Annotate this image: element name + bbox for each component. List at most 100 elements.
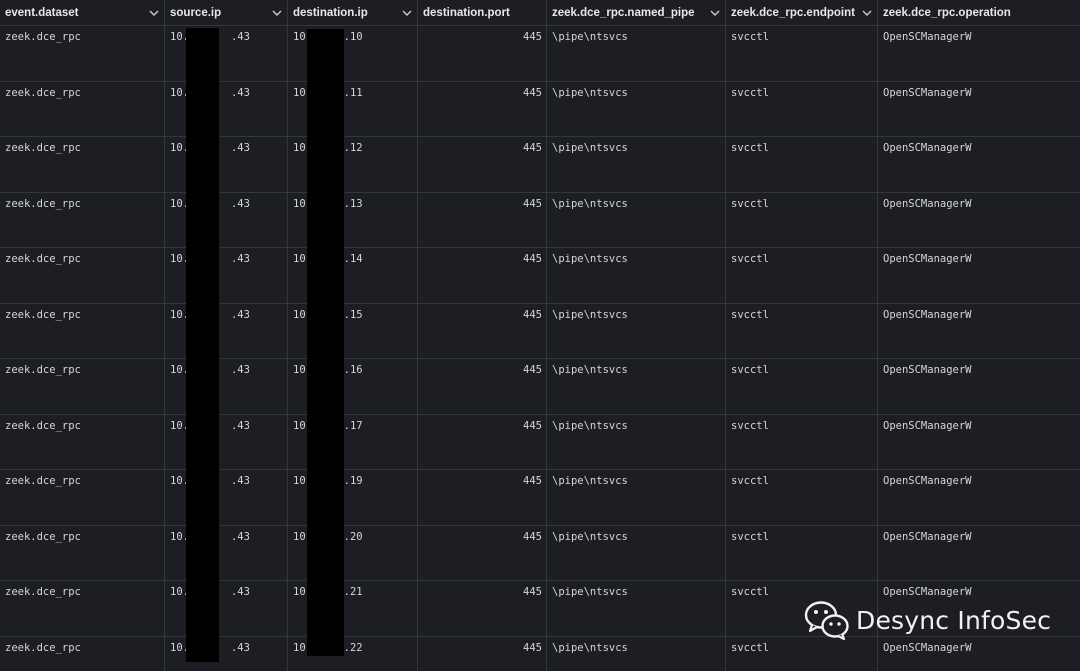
- table-row[interactable]: zeek.dce_rpc 10. .43 10 .12 445 \pipe\ntsvcs sv…: [0, 137, 1080, 193]
- column-header-destination-ip[interactable]: destination.ip: [288, 0, 418, 25]
- cell-destination-port[interactable]: 445: [418, 81, 547, 136]
- cell-event-dataset[interactable]: zeek.dce_rpc: [0, 525, 165, 580]
- cell-operation[interactable]: OpenSCManagerW: [878, 526, 1080, 581]
- cell-value: svcctl: [731, 530, 769, 543]
- cell-source-ip[interactable]: 10. .43: [165, 248, 288, 303]
- cell-operation[interactable]: OpenSCManagerW: [878, 137, 1080, 192]
- cell-destination-port[interactable]: 445: [418, 26, 547, 81]
- cell-operation[interactable]: OpenSCManagerW: [878, 82, 1080, 137]
- cell-endpoint[interactable]: svcctl: [726, 303, 878, 358]
- table-row[interactable]: zeek.dce_rpc 10. .43 10 .17 445 \pipe\ntsvcs sv…: [0, 414, 1080, 470]
- table-row[interactable]: zeek.dce_rpc 10. .43 10 .19 445 \pipe\ntsvcs sv…: [0, 470, 1080, 526]
- cell-operation[interactable]: OpenSCManagerW: [878, 26, 1080, 81]
- cell-named-pipe[interactable]: \pipe\ntsvcs: [547, 525, 726, 580]
- cell-value: zeek.dce_rpc: [5, 586, 81, 598]
- cell-endpoint[interactable]: svcctl: [726, 525, 878, 580]
- cell-named-pipe[interactable]: \pipe\ntsvcs: [547, 81, 726, 136]
- cell-destination-port[interactable]: 445: [418, 414, 547, 469]
- cell-event-dataset[interactable]: zeek.dce_rpc: [0, 192, 165, 247]
- chevron-down-icon[interactable]: [709, 8, 721, 18]
- cell-destination-port[interactable]: 445: [418, 581, 547, 636]
- cell-value: svcctl: [731, 419, 769, 432]
- cell-source-ip[interactable]: 10. .43: [165, 192, 288, 247]
- cell-source-ip[interactable]: 10. .43: [165, 137, 288, 192]
- cell-source-ip[interactable]: 10. .43: [165, 525, 288, 580]
- cell-source-ip[interactable]: 10. .43: [165, 636, 288, 671]
- cell-source-ip[interactable]: 10. .43: [165, 470, 288, 525]
- cell-source-ip[interactable]: 10. .43: [165, 303, 288, 358]
- cell-event-dataset[interactable]: zeek.dce_rpc: [0, 470, 165, 525]
- table-row[interactable]: zeek.dce_rpc 10. .43 10 .20 445 \pipe\ntsvcs sv…: [0, 525, 1080, 581]
- cell-destination-port[interactable]: 445: [418, 470, 547, 525]
- column-header-source-ip[interactable]: source.ip: [165, 0, 288, 25]
- chevron-down-icon[interactable]: [148, 8, 160, 18]
- cell-operation[interactable]: OpenSCManagerW: [878, 248, 1080, 303]
- cell-operation[interactable]: OpenSCManagerW: [878, 470, 1080, 525]
- cell-destination-port[interactable]: 445: [418, 303, 547, 358]
- chevron-down-icon[interactable]: [861, 8, 873, 18]
- chevron-down-icon[interactable]: [271, 8, 283, 18]
- cell-source-ip[interactable]: 10. .43: [165, 414, 288, 469]
- cell-operation[interactable]: OpenSCManagerW: [878, 359, 1080, 414]
- column-header-operation[interactable]: zeek.dce_rpc.operation: [878, 0, 1080, 25]
- cell-named-pipe[interactable]: \pipe\ntsvcs: [547, 248, 726, 303]
- cell-value: svcctl: [731, 475, 769, 487]
- cell-value: zeek.dce_rpc: [5, 364, 81, 376]
- cell-source-ip[interactable]: 10. .43: [165, 81, 288, 136]
- column-header-endpoint[interactable]: zeek.dce_rpc.endpoint: [726, 0, 878, 25]
- cell-named-pipe[interactable]: \pipe\ntsvcs: [547, 26, 726, 81]
- cell-value: \pipe\ntsvcs: [552, 253, 628, 265]
- cell-endpoint[interactable]: svcctl: [726, 192, 878, 247]
- cell-destination-port[interactable]: 445: [418, 248, 547, 303]
- cell-named-pipe[interactable]: \pipe\ntsvcs: [547, 359, 726, 414]
- cell-named-pipe[interactable]: \pipe\ntsvcs: [547, 137, 726, 192]
- cell-named-pipe[interactable]: \pipe\ntsvcs: [547, 581, 726, 636]
- cell-operation[interactable]: OpenSCManagerW: [878, 415, 1080, 470]
- cell-operation[interactable]: OpenSCManagerW: [878, 193, 1080, 248]
- cell-endpoint[interactable]: svcctl: [726, 470, 878, 525]
- cell-event-dataset[interactable]: zeek.dce_rpc: [0, 81, 165, 136]
- cell-destination-port[interactable]: 445: [418, 359, 547, 414]
- ip-suffix: .19: [343, 475, 363, 487]
- cell-value: 445: [523, 253, 542, 265]
- table-row[interactable]: zeek.dce_rpc 10. .43 10 .10 445 \pipe\ntsvcs sv…: [0, 26, 1080, 82]
- cell-event-dataset[interactable]: zeek.dce_rpc: [0, 581, 165, 636]
- cell-named-pipe[interactable]: \pipe\ntsvcs: [547, 414, 726, 469]
- cell-source-ip[interactable]: 10. .43: [165, 581, 288, 636]
- cell-named-pipe[interactable]: \pipe\ntsvcs: [547, 192, 726, 247]
- cell-endpoint[interactable]: svcctl: [726, 26, 878, 81]
- column-header-named-pipe[interactable]: zeek.dce_rpc.named_pipe: [547, 0, 726, 25]
- table-row[interactable]: zeek.dce_rpc 10. .43 10 .11 445 \pipe\ntsvcs sv…: [0, 81, 1080, 137]
- cell-event-dataset[interactable]: zeek.dce_rpc: [0, 303, 165, 358]
- cell-endpoint[interactable]: svcctl: [726, 137, 878, 192]
- cell-event-dataset[interactable]: zeek.dce_rpc: [0, 248, 165, 303]
- column-header-destination-port[interactable]: destination.port: [418, 0, 547, 25]
- ip-prefix: 10: [293, 364, 306, 376]
- cell-endpoint[interactable]: svcctl: [726, 248, 878, 303]
- cell-endpoint[interactable]: svcctl: [726, 81, 878, 136]
- table-row[interactable]: zeek.dce_rpc 10. .43 10 .13 445 \pipe\ntsvcs sv…: [0, 192, 1080, 248]
- cell-event-dataset[interactable]: zeek.dce_rpc: [0, 636, 165, 671]
- cell-event-dataset[interactable]: zeek.dce_rpc: [0, 414, 165, 469]
- cell-destination-port[interactable]: 445: [418, 636, 547, 671]
- cell-endpoint[interactable]: svcctl: [726, 414, 878, 469]
- table-row[interactable]: zeek.dce_rpc 10. .43 10 .16 445 \pipe\ntsvcs sv…: [0, 359, 1080, 415]
- cell-named-pipe[interactable]: \pipe\ntsvcs: [547, 636, 726, 671]
- cell-source-ip[interactable]: 10. .43: [165, 359, 288, 414]
- cell-event-dataset[interactable]: zeek.dce_rpc: [0, 26, 165, 81]
- cell-destination-port[interactable]: 445: [418, 137, 547, 192]
- chevron-down-icon[interactable]: [401, 8, 413, 18]
- ip-suffix: .21: [343, 586, 363, 598]
- cell-destination-port[interactable]: 445: [418, 525, 547, 580]
- table-row[interactable]: zeek.dce_rpc 10. .43 10 .15 445 \pipe\ntsvcs sv…: [0, 303, 1080, 359]
- cell-endpoint[interactable]: svcctl: [726, 359, 878, 414]
- cell-named-pipe[interactable]: \pipe\ntsvcs: [547, 470, 726, 525]
- cell-operation[interactable]: OpenSCManagerW: [878, 304, 1080, 359]
- cell-destination-port[interactable]: 445: [418, 192, 547, 247]
- column-header-event-dataset[interactable]: event.dataset: [0, 0, 165, 25]
- table-row[interactable]: zeek.dce_rpc 10. .43 10 .14 445 \pipe\ntsvcs sv…: [0, 248, 1080, 304]
- cell-event-dataset[interactable]: zeek.dce_rpc: [0, 137, 165, 192]
- cell-named-pipe[interactable]: \pipe\ntsvcs: [547, 303, 726, 358]
- cell-source-ip[interactable]: 10. .43: [165, 26, 288, 81]
- cell-event-dataset[interactable]: zeek.dce_rpc: [0, 359, 165, 414]
